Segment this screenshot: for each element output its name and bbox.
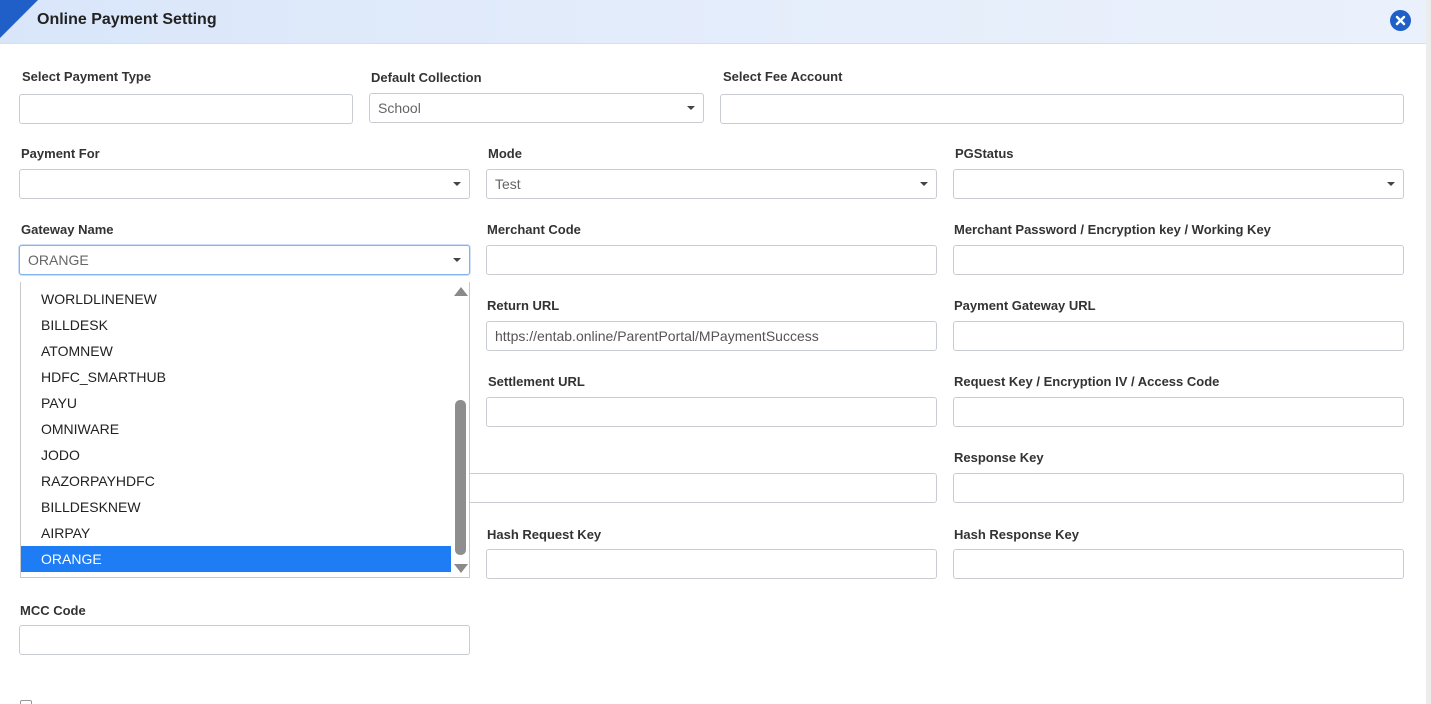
dropdown-option[interactable]: RAZORPAYHDFC [21, 468, 451, 494]
gateway-name-dropdown[interactable]: WORLDLINENEW BILLDESK ATOMNEW HDFC_SMART… [20, 282, 470, 578]
settlement-url-input[interactable] [486, 397, 937, 427]
pg-status-label: PGStatus [955, 146, 1014, 161]
dropdown-option[interactable]: OMNIWARE [21, 416, 451, 442]
pg-status-select[interactable] [953, 169, 1404, 199]
return-url-label: Return URL [487, 298, 560, 313]
merchant-password-input[interactable] [953, 245, 1404, 275]
dropdown-option[interactable]: JODO [21, 442, 451, 468]
close-icon [1395, 15, 1406, 26]
scrollbar-thumb[interactable] [455, 400, 466, 555]
scroll-down-arrow-icon[interactable] [454, 564, 468, 573]
response-key-input[interactable] [953, 473, 1404, 503]
chevron-down-icon [920, 182, 928, 186]
hash-request-key-input[interactable] [486, 549, 937, 579]
merchant-password-label: Merchant Password / Encryption key / Wor… [954, 222, 1271, 237]
payment-gateway-url-input[interactable] [953, 321, 1404, 351]
gateway-name-label: Gateway Name [21, 222, 114, 237]
dropdown-option[interactable]: AIRPAY [21, 520, 451, 546]
window-edge [1426, 0, 1431, 704]
default-collection-select[interactable]: School [369, 93, 704, 123]
hash-request-key-label: Hash Request Key [487, 527, 602, 542]
chevron-down-icon [1387, 182, 1395, 186]
chevron-down-icon [687, 106, 695, 110]
mode-value: Test [495, 176, 521, 192]
dropdown-option[interactable]: WORLDLINENEW [21, 286, 451, 312]
mode-select[interactable]: Test [486, 169, 937, 199]
merchant-code-input[interactable] [486, 245, 937, 275]
dropdown-option-selected[interactable]: ORANGE [21, 546, 451, 572]
default-collection-label: Default Collection [371, 70, 482, 85]
hash-response-key-input[interactable] [953, 549, 1404, 579]
payment-for-select[interactable] [19, 169, 470, 199]
hash-response-key-label: Hash Response Key [954, 527, 1079, 542]
hidden-label-input[interactable] [452, 473, 937, 503]
dialog-header: Online Payment Setting [0, 0, 1426, 44]
select-fee-account-input[interactable] [720, 94, 1404, 124]
default-collection-value: School [378, 100, 421, 116]
gateway-name-value: ORANGE [28, 252, 89, 268]
select-payment-type-label: Select Payment Type [22, 69, 152, 84]
mode-label: Mode [488, 146, 522, 161]
dialog-title: Online Payment Setting [37, 11, 217, 28]
request-key-input[interactable] [953, 397, 1404, 427]
payment-for-label: Payment For [21, 146, 100, 161]
return-url-value: https://entab.online/ParentPortal/MPayme… [495, 328, 819, 344]
response-key-label: Response Key [954, 450, 1044, 465]
close-button[interactable] [1390, 10, 1411, 31]
chevron-down-icon [453, 258, 461, 262]
select-fee-account-label: Select Fee Account [723, 69, 843, 84]
dropdown-option[interactable]: ATOMNEW [21, 338, 451, 364]
scroll-up-arrow-icon[interactable] [454, 287, 468, 296]
return-url-input[interactable]: https://entab.online/ParentPortal/MPayme… [486, 321, 937, 351]
settlement-url-label: Settlement URL [488, 374, 585, 389]
dropdown-option[interactable]: HDFC_SMARTHUB [21, 364, 451, 390]
request-key-label: Request Key / Encryption IV / Access Cod… [954, 374, 1220, 389]
merchant-code-label: Merchant Code [487, 222, 581, 237]
dropdown-option[interactable]: BILLDESKNEW [21, 494, 451, 520]
mcc-code-input[interactable] [19, 625, 470, 655]
payment-gateway-url-label: Payment Gateway URL [954, 298, 1096, 313]
mcc-code-label: MCC Code [20, 603, 86, 618]
dropdown-option[interactable]: PAYU [21, 390, 451, 416]
checkbox[interactable] [20, 700, 32, 704]
select-payment-type-input[interactable] [19, 94, 353, 124]
gateway-name-select[interactable]: ORANGE [19, 245, 470, 275]
chevron-down-icon [453, 182, 461, 186]
dropdown-option[interactable]: BILLDESK [21, 312, 451, 338]
header-corner-accent [0, 0, 38, 38]
